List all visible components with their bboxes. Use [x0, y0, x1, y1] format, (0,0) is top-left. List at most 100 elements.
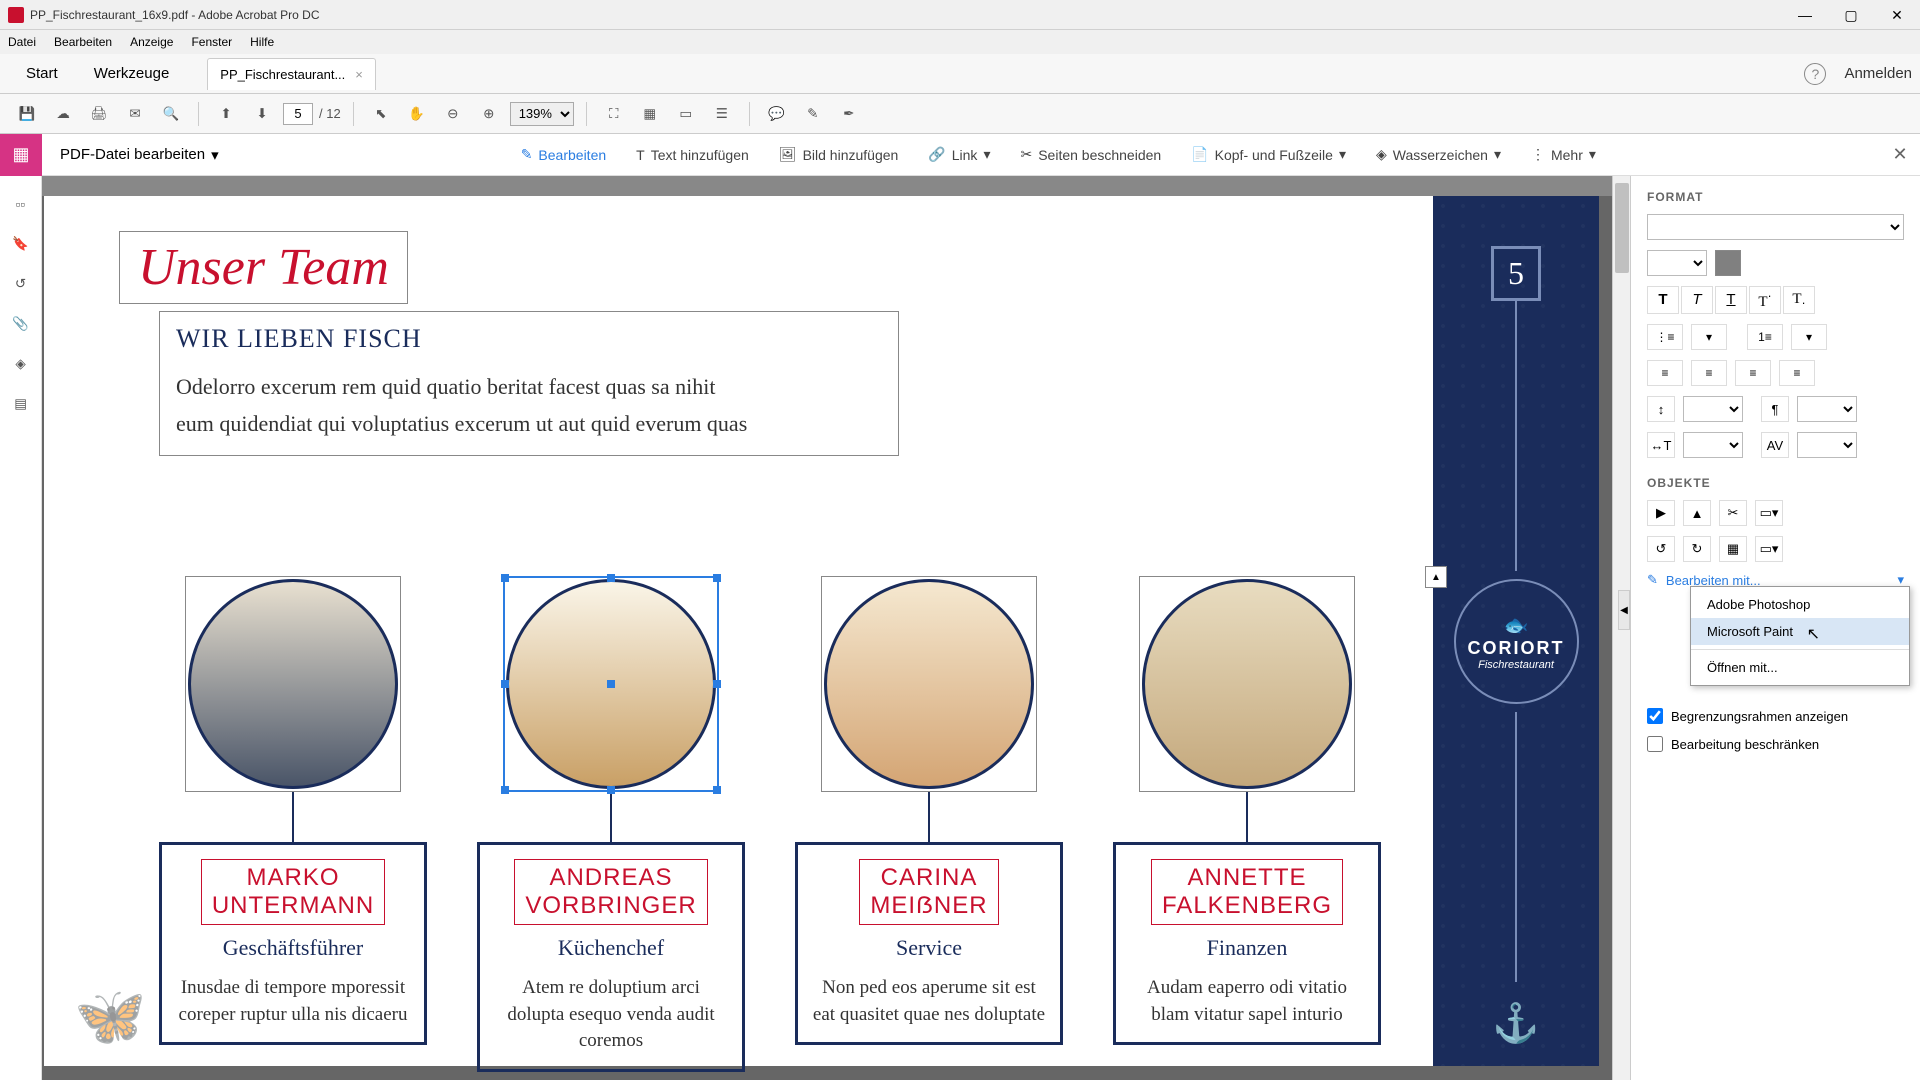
flip-horizontal-icon[interactable]: ▲	[1683, 500, 1711, 526]
resize-handle[interactable]	[607, 786, 615, 794]
photo-frame[interactable]	[821, 576, 1037, 792]
reading-mode-icon[interactable]: ☰	[707, 99, 737, 129]
resize-handle[interactable]	[501, 574, 509, 582]
tool-link[interactable]: 🔗 Link ▾	[914, 140, 1004, 169]
cloud-icon[interactable]: ☁	[48, 99, 78, 129]
bold-button[interactable]: T	[1647, 286, 1679, 314]
page-input[interactable]	[283, 103, 313, 125]
rotate-right-icon[interactable]: ↻	[1683, 536, 1711, 562]
info-box[interactable]: CARINAMEIẞNER Service Non ped eos aperum…	[795, 842, 1063, 1045]
zoom-in-icon[interactable]: ⊕	[474, 99, 504, 129]
photo-frame-selected[interactable]	[503, 576, 719, 792]
bullet-list-dropdown[interactable]: ▾	[1691, 324, 1727, 350]
bookmarks-icon[interactable]: 🔖	[7, 230, 35, 258]
underline-button[interactable]: T	[1715, 286, 1747, 314]
text-block[interactable]: WIR LIEBEN FISCH Odelorro excerum rem qu…	[159, 311, 899, 456]
page-display-icon[interactable]: ▭	[671, 99, 701, 129]
info-box[interactable]: MARKOUNTERMANN Geschäftsführer Inusdae d…	[159, 842, 427, 1045]
zoom-select[interactable]: 139%	[510, 102, 574, 126]
menu-edit[interactable]: Bearbeiten	[54, 35, 112, 49]
line-spacing-select[interactable]	[1683, 396, 1743, 422]
pointer-icon[interactable]: ⬉	[366, 99, 396, 129]
tool-watermark[interactable]: ◈ Wasserzeichen ▾	[1362, 140, 1515, 169]
menu-file[interactable]: Datei	[8, 35, 36, 49]
edit-mode-title[interactable]: PDF-Datei bearbeiten▾	[42, 146, 237, 164]
hand-icon[interactable]: ✋	[402, 99, 432, 129]
tool-add-image[interactable]: 🖼 Bild hinzufügen	[765, 140, 913, 169]
resize-handle[interactable]	[501, 786, 509, 794]
save-icon[interactable]: 💾	[12, 99, 42, 129]
edit-mode-icon[interactable]: ▦	[0, 134, 42, 176]
subscript-button[interactable]: T·	[1783, 286, 1815, 314]
para-spacing-select[interactable]	[1797, 396, 1857, 422]
resize-handle[interactable]	[501, 680, 509, 688]
menu-window[interactable]: Fenster	[191, 35, 232, 49]
resize-handle[interactable]	[713, 574, 721, 582]
menu-help[interactable]: Hilfe	[250, 35, 274, 49]
right-expand-toggle[interactable]: ◀	[1618, 590, 1630, 630]
dropdown-paint[interactable]: Microsoft Paint	[1691, 618, 1909, 645]
replace-image-icon[interactable]: ▦	[1719, 536, 1747, 562]
bullet-list-button[interactable]: ⋮≡	[1647, 324, 1683, 350]
info-box[interactable]: ANNETTEFALKENBERG Finanzen Audam eaperro…	[1113, 842, 1381, 1045]
signin-link[interactable]: Anmelden	[1844, 65, 1912, 82]
horizontal-scale-select[interactable]	[1683, 432, 1743, 458]
content-icon[interactable]: ▤	[7, 390, 35, 418]
resize-handle[interactable]	[713, 680, 721, 688]
show-bounds-checkbox[interactable]	[1647, 708, 1663, 724]
next-page-icon[interactable]: ⬇	[247, 99, 277, 129]
dropdown-open-with[interactable]: Öffnen mit...	[1691, 654, 1909, 681]
resize-handle[interactable]	[713, 786, 721, 794]
font-family-select[interactable]	[1647, 214, 1904, 240]
kerning-select[interactable]	[1797, 432, 1857, 458]
tool-add-text[interactable]: T Text hinzufügen	[622, 141, 763, 169]
superscript-button[interactable]: T·	[1749, 286, 1781, 314]
tool-header-footer[interactable]: 📄 Kopf- und Fußzeile ▾	[1177, 140, 1360, 169]
prev-page-icon[interactable]: ⬆	[211, 99, 241, 129]
restrict-edit-checkbox[interactable]	[1647, 736, 1663, 752]
editbar-close-icon[interactable]: ✕	[1880, 144, 1920, 165]
menu-view[interactable]: Anzeige	[130, 35, 173, 49]
page-title[interactable]: Unser Team	[119, 231, 408, 304]
thumbnails-icon[interactable]: ▫▫	[7, 190, 35, 218]
resize-handle[interactable]	[607, 574, 615, 582]
number-list-dropdown[interactable]: ▾	[1791, 324, 1827, 350]
align-left-button[interactable]: ≡	[1647, 360, 1683, 386]
tool-more[interactable]: ⋮ Mehr ▾	[1517, 140, 1610, 169]
tool-edit[interactable]: ✎ Bearbeiten	[507, 140, 620, 169]
close-button[interactable]: ✕	[1874, 0, 1920, 30]
attachments-icon[interactable]: 📎	[7, 310, 35, 338]
search-icon[interactable]: 🔍	[156, 99, 186, 129]
info-box[interactable]: ANDREASVORBRINGER Küchenchef Atem re dol…	[477, 842, 745, 1072]
tab-tools[interactable]: Werkzeuge	[76, 55, 188, 92]
font-color-swatch[interactable]	[1715, 250, 1741, 276]
edit-box-marker[interactable]: ▲	[1425, 566, 1447, 588]
maximize-button[interactable]: ▢	[1828, 0, 1874, 30]
scrollbar-thumb[interactable]	[1615, 183, 1629, 273]
help-icon[interactable]: ?	[1804, 63, 1826, 85]
align-center-button[interactable]: ≡	[1691, 360, 1727, 386]
align-objects-icon[interactable]: ▭▾	[1755, 536, 1783, 562]
italic-button[interactable]: T	[1681, 286, 1713, 314]
flip-vertical-icon[interactable]: ▶	[1647, 500, 1675, 526]
sign-icon[interactable]: ✒	[834, 99, 864, 129]
photo-frame[interactable]	[185, 576, 401, 792]
dropdown-photoshop[interactable]: Adobe Photoshop	[1691, 591, 1909, 618]
crop-object-icon[interactable]: ✂	[1719, 500, 1747, 526]
layers2-icon[interactable]: ◈	[7, 350, 35, 378]
arrange-icon[interactable]: ▭▾	[1755, 500, 1783, 526]
fit-width-icon[interactable]: ⛶	[599, 99, 629, 129]
layers-icon[interactable]: ↺	[7, 270, 35, 298]
zoom-out-icon[interactable]: ⊖	[438, 99, 468, 129]
close-tab-icon[interactable]: ×	[355, 67, 363, 82]
fit-page-icon[interactable]: ▦	[635, 99, 665, 129]
minimize-button[interactable]: —	[1782, 0, 1828, 30]
photo-frame[interactable]	[1139, 576, 1355, 792]
rotate-left-icon[interactable]: ↺	[1647, 536, 1675, 562]
align-right-button[interactable]: ≡	[1735, 360, 1771, 386]
font-size-select[interactable]	[1647, 250, 1707, 276]
mail-icon[interactable]: ✉	[120, 99, 150, 129]
print-icon[interactable]: 🖨	[84, 99, 114, 129]
document-tab[interactable]: PP_Fischrestaurant... ×	[207, 58, 376, 90]
number-list-button[interactable]: 1≡	[1747, 324, 1783, 350]
